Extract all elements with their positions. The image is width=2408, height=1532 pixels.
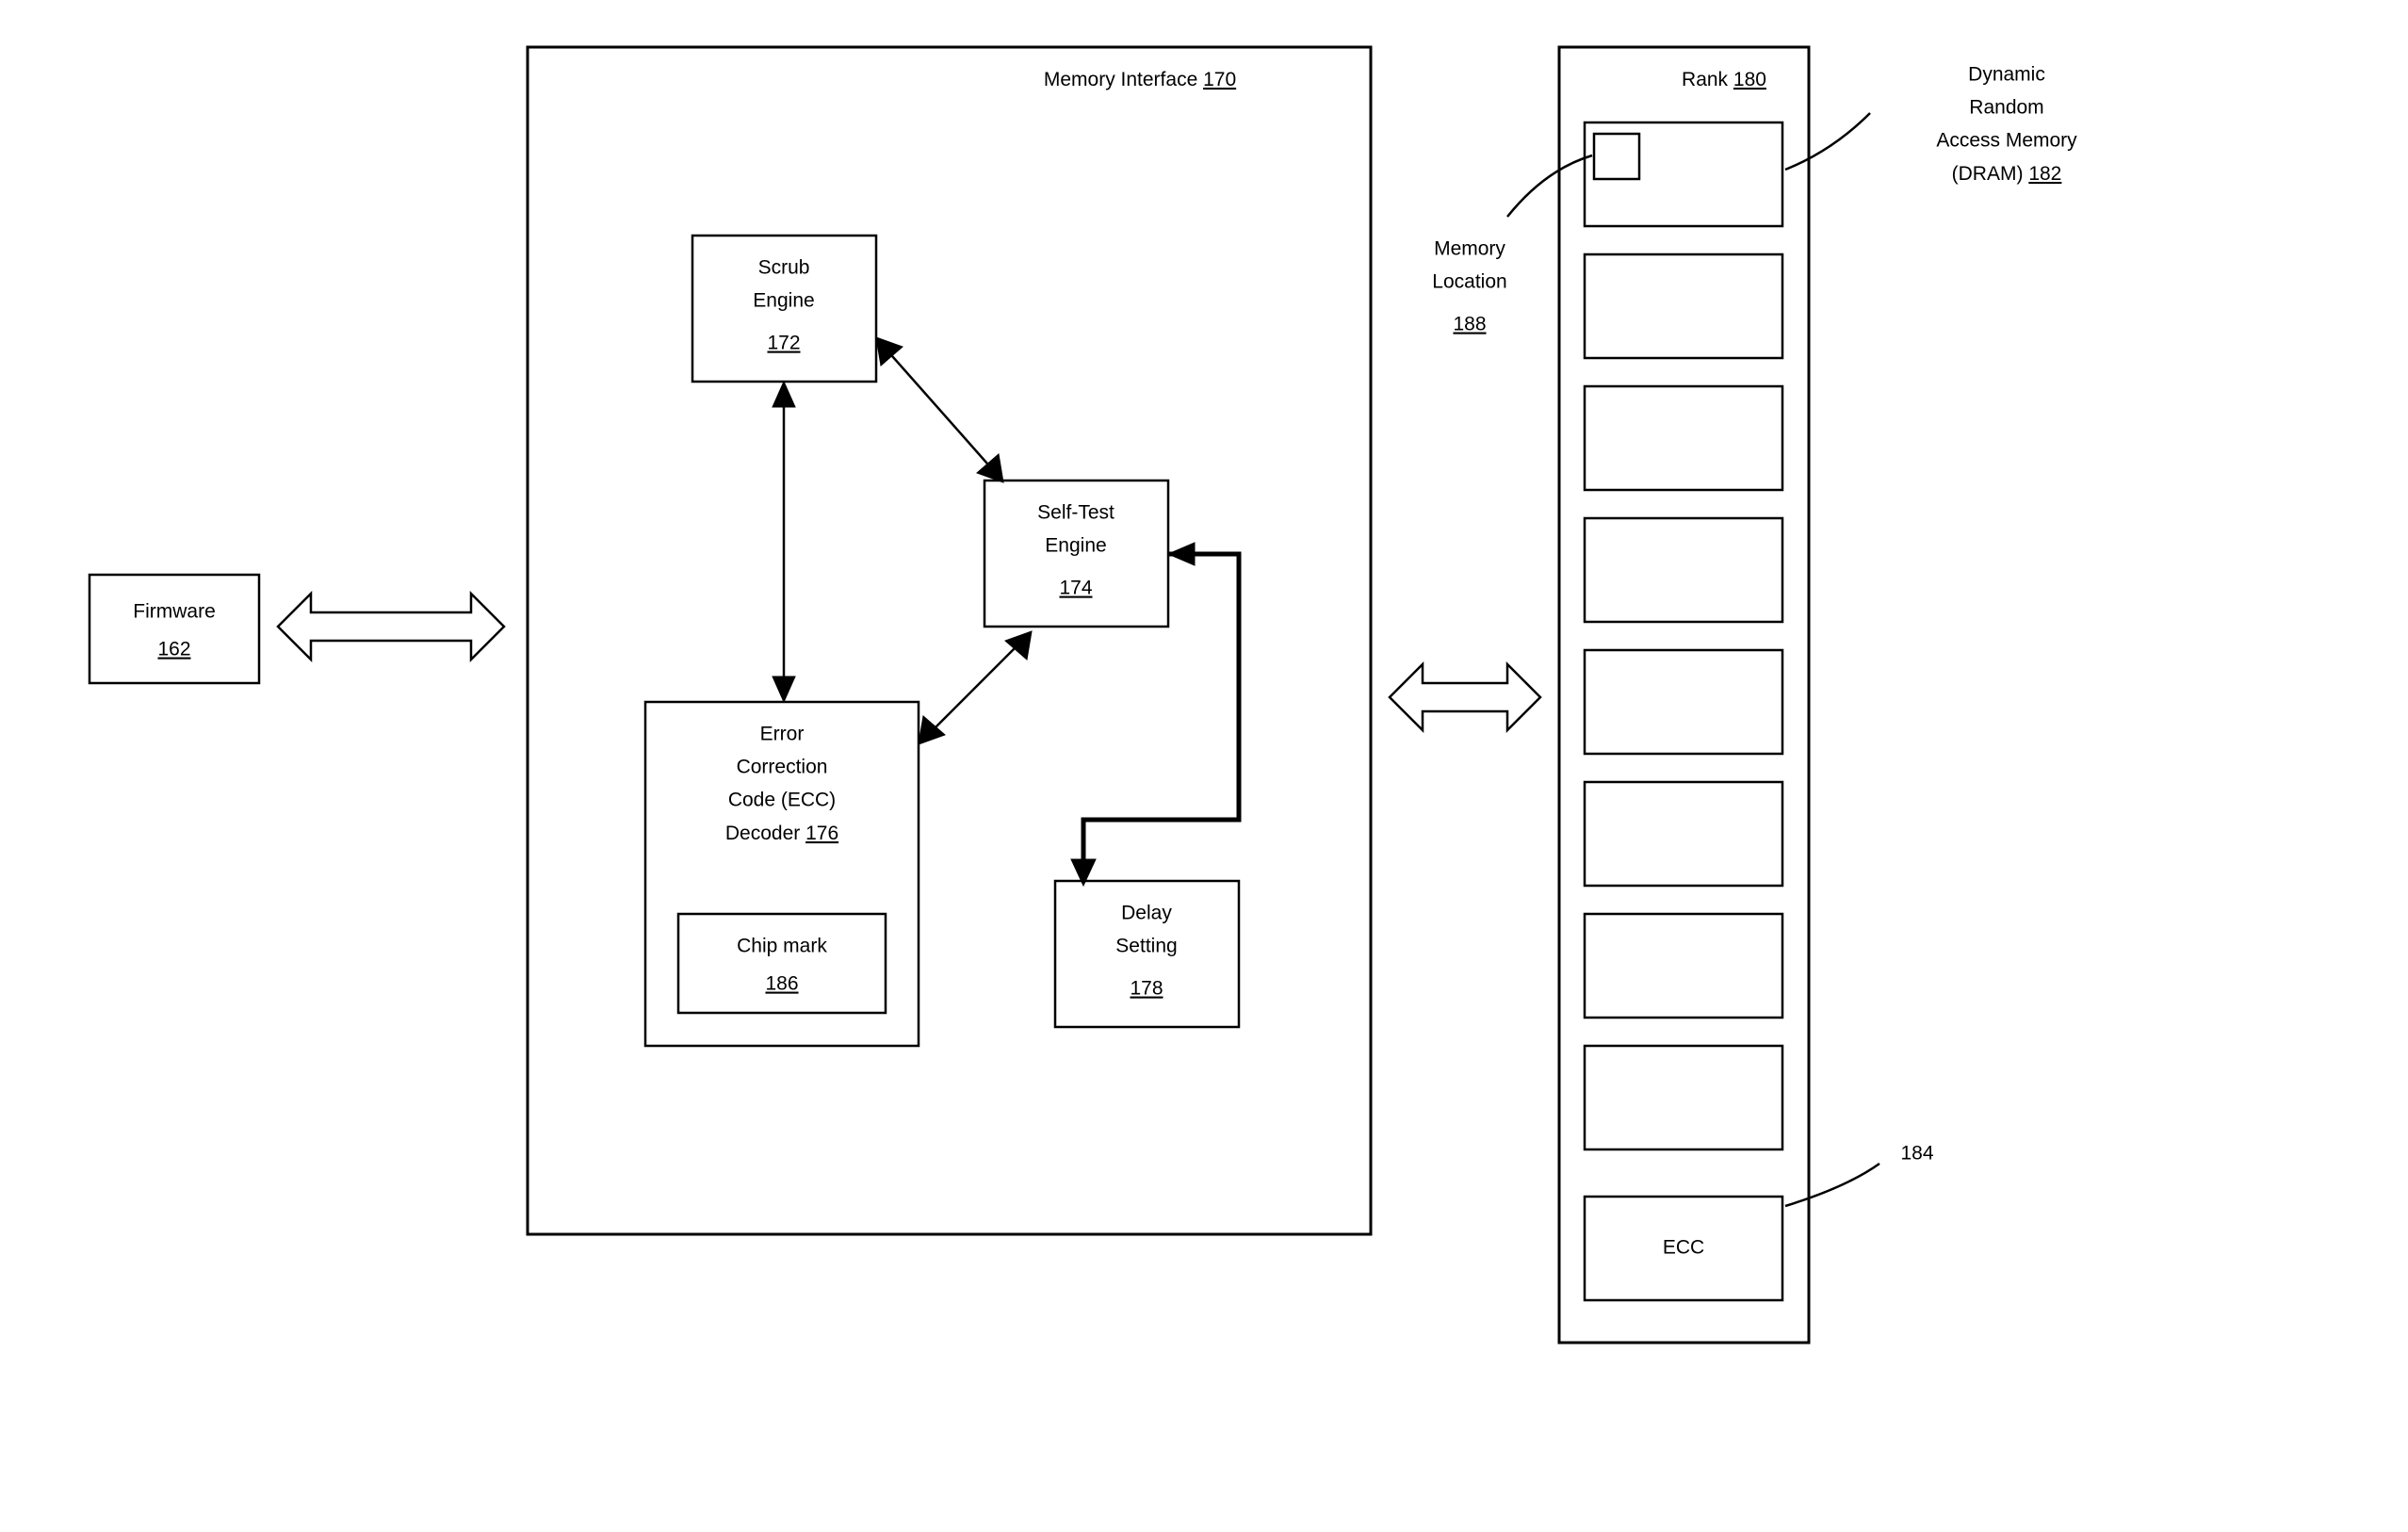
scrub-l2: Engine xyxy=(753,290,814,312)
diagram-canvas: Firmware 162 Memory Interface 170 Scrub … xyxy=(0,0,2408,1532)
firmware-block: Firmware 162 xyxy=(89,575,259,683)
memory-interface-label: Memory Interface 170 xyxy=(1044,69,1236,90)
selftest-delay-arrow xyxy=(1071,543,1239,886)
memloc-l1: Memory xyxy=(1434,238,1505,260)
ecc-l1: Error xyxy=(760,724,805,745)
memloc-l2: Location xyxy=(1432,271,1506,293)
firmware-label: Firmware xyxy=(133,601,216,623)
ecc-decoder-line4: Decoder 176 xyxy=(725,823,838,844)
dram-line4: (DRAM) 182 xyxy=(1952,163,2062,185)
ecc-selftest-arrow xyxy=(919,631,1032,744)
memloc-num: 188 xyxy=(1453,314,1486,335)
firmware-interface-arrow xyxy=(278,594,504,660)
scrub-num: 172 xyxy=(767,333,800,354)
selftest-l1: Self-Test xyxy=(1037,502,1115,524)
scrub-ecc-arrow xyxy=(773,382,795,702)
dram-callout: Dynamic Random Access Memory (DRAM) 182 xyxy=(1785,64,2077,185)
rank-block: Rank 180 ECC xyxy=(1559,47,1809,1343)
delay-l1: Delay xyxy=(1121,903,1172,924)
dram-l2: Random xyxy=(1969,97,2043,119)
ecc184-num: 184 xyxy=(1900,1143,1933,1165)
firmware-num: 162 xyxy=(157,639,190,660)
delay-num: 178 xyxy=(1130,978,1163,1000)
dram-l3: Access Memory xyxy=(1936,130,2077,152)
ecc-l3: Code (ECC) xyxy=(728,790,836,811)
ecc-l2: Correction xyxy=(737,757,828,778)
scrub-selftest-arrow xyxy=(876,337,1003,482)
self-test-block: Self-Test Engine 174 xyxy=(984,481,1168,627)
interface-rank-arrow xyxy=(1390,664,1540,730)
ecc-chip-label: ECC xyxy=(1663,1237,1704,1259)
delay-setting-block: Delay Setting 178 xyxy=(1055,881,1239,1027)
rank-title: Rank 180 xyxy=(1682,69,1766,90)
memory-interface-block: Memory Interface 170 xyxy=(528,47,1371,1234)
chipmark-num: 186 xyxy=(765,973,798,995)
scrub-l1: Scrub xyxy=(758,257,810,279)
ecc-decoder-block: Error Correction Code (ECC) Decoder 176 … xyxy=(645,702,919,1046)
selftest-l2: Engine xyxy=(1045,535,1106,557)
memory-location-callout: Memory Location 188 xyxy=(1432,155,1592,335)
delay-l2: Setting xyxy=(1115,936,1177,957)
selftest-num: 174 xyxy=(1059,578,1092,599)
scrub-engine-block: Scrub Engine 172 xyxy=(692,236,876,382)
dram-l1: Dynamic xyxy=(1968,64,2045,86)
chipmark-label: Chip mark xyxy=(737,936,827,957)
